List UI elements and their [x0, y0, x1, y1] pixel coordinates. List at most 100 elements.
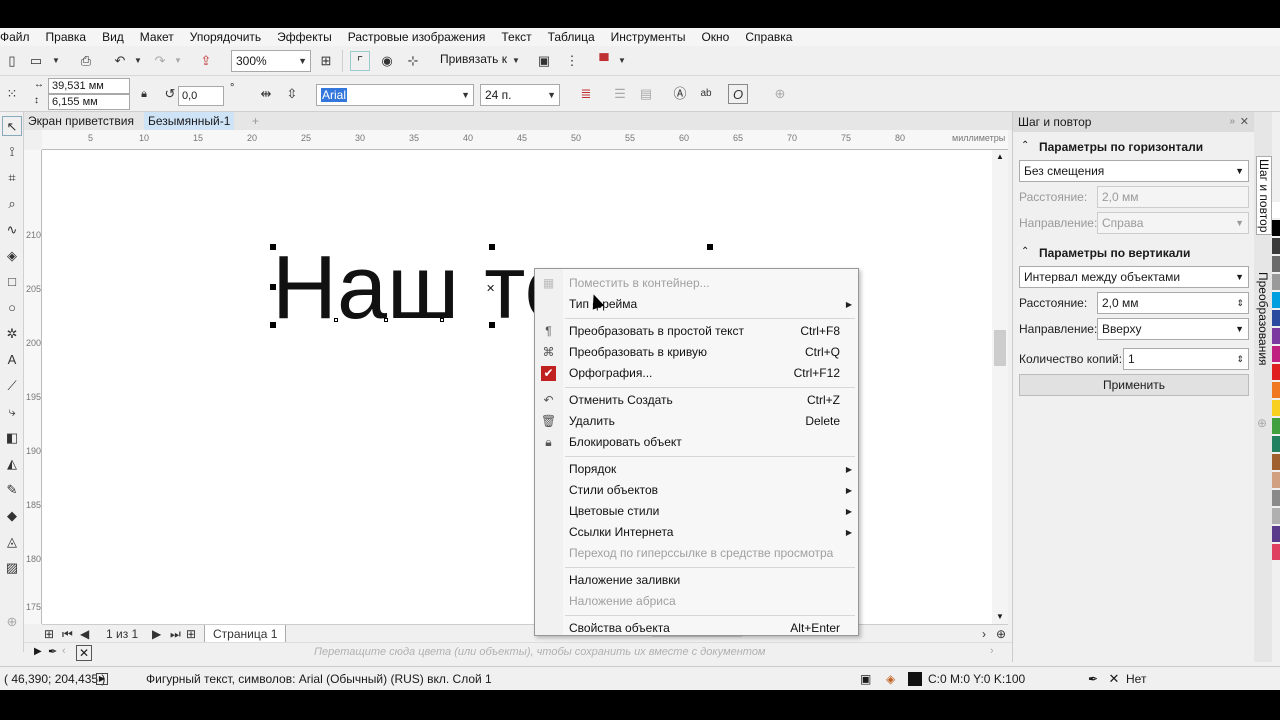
mirror-horizontal-icon[interactable]: ⇹ [256, 84, 276, 104]
fill-icon[interactable]: ◈ [886, 667, 895, 690]
color-swatch[interactable] [1272, 436, 1280, 452]
color-swatch[interactable] [1272, 508, 1280, 524]
last-page-icon[interactable]: ⏭ [170, 625, 181, 643]
snap-to-label[interactable]: Привязать к [440, 52, 507, 66]
palette-arrow-icon[interactable]: ▶ [34, 646, 42, 657]
color-swatch[interactable] [1272, 238, 1280, 254]
first-page-icon[interactable]: ⏮ [62, 625, 73, 643]
selection-handle[interactable] [270, 322, 276, 328]
menu-arrange[interactable]: Упорядочить [182, 28, 269, 46]
prev-page-icon[interactable]: ◀ [80, 625, 89, 643]
connector-tool-icon[interactable]: ⤷ [2, 402, 22, 422]
bold-icon[interactable]: ≣ [576, 84, 596, 104]
menu-help[interactable]: Справка [737, 28, 800, 46]
options-icon[interactable]: ▣ [534, 51, 554, 71]
selection-handle[interactable] [489, 244, 495, 250]
mirror-vertical-icon[interactable]: ⇳ [282, 84, 302, 104]
menu-edit[interactable]: Правка [38, 28, 95, 46]
v-distance-field[interactable]: 2,0 мм ⇕ [1097, 292, 1249, 314]
full-screen-icon[interactable]: ⊞ [316, 51, 336, 71]
play-icon[interactable]: ▶ [96, 673, 108, 685]
context-menu-item[interactable]: ↶ Отменить Создать Ctrl+Z [535, 390, 858, 411]
zoom-corner-icon[interactable]: ⊕ [996, 625, 1006, 643]
menu-text[interactable]: Текст [493, 28, 539, 46]
scroll-up-icon[interactable]: ▲ [996, 152, 1004, 161]
context-menu-item[interactable]: ¶ Преобразовать в простой текст Ctrl+F8 [535, 321, 858, 342]
char-node[interactable] [384, 318, 388, 322]
close-icon[interactable]: ✕ [1240, 112, 1249, 132]
launch-icon[interactable]: ▀ [594, 51, 614, 71]
color-swatch[interactable] [1272, 274, 1280, 290]
scroll-down-icon[interactable]: ▼ [996, 612, 1004, 621]
tab-welcome[interactable]: Экран приветствия [24, 112, 138, 130]
new-document-icon[interactable]: ▯ [2, 51, 22, 71]
menu-layout[interactable]: Макет [132, 28, 182, 46]
parallel-dimension-icon[interactable]: ⟋ [2, 376, 22, 396]
angle-field[interactable]: 0,0 [178, 86, 224, 106]
tab-untitled[interactable]: Безымянный-1 [144, 112, 235, 130]
crop-tool-icon[interactable]: ⌗ [2, 168, 22, 188]
spin-icon[interactable]: ⇕ [1236, 293, 1244, 313]
mesh-fill-icon[interactable]: ▨ [2, 558, 22, 578]
context-menu-item[interactable]: Ссылки Интернета ▶ [535, 522, 858, 543]
pick-tool-icon[interactable]: ↖ [2, 116, 22, 136]
menu-window[interactable]: Окно [693, 28, 737, 46]
h-direction-select[interactable]: Справа ▼ [1097, 212, 1249, 234]
context-menu-item[interactable]: Тип фрейма ▶ [535, 294, 858, 315]
selection-handle[interactable] [707, 244, 713, 250]
color-swatch[interactable] [1272, 526, 1280, 542]
interactive-fill-icon[interactable]: ◆ [2, 506, 22, 526]
color-swatch[interactable] [1272, 328, 1280, 344]
open-dropdown-icon[interactable]: ▼ [46, 51, 66, 71]
eyedropper-icon[interactable]: ✒ [48, 645, 57, 658]
show-grid-icon[interactable]: ◉ [377, 51, 397, 71]
object-origin-icon[interactable]: ⁙ [2, 84, 22, 104]
selection-handle[interactable] [270, 284, 276, 290]
zoom-combo[interactable]: 300% ▼ [231, 50, 311, 72]
next-page-icon[interactable]: ▶ [152, 625, 161, 643]
page-tab[interactable]: Страница 1 [204, 625, 287, 643]
color-swatch[interactable] [1272, 454, 1280, 470]
polygon-tool-icon[interactable]: ✲ [2, 324, 22, 344]
context-menu-item[interactable]: ✔ Орфография... Ctrl+F12 [535, 363, 858, 384]
smart-fill-tool-icon[interactable]: ◬ [2, 532, 22, 552]
launch-dropdown-icon[interactable]: ▼ [612, 51, 632, 71]
blend-tool-icon[interactable]: ◧ [2, 428, 22, 448]
outline-pen-icon[interactable]: ✒ [1088, 667, 1098, 690]
redo-icon[interactable]: ↷ [150, 51, 170, 71]
context-menu-item[interactable]: Цветовые стили ▶ [535, 501, 858, 522]
horizontal-mode-select[interactable]: Без смещения ▼ [1019, 160, 1249, 182]
drop-cap-icon[interactable]: ▤ [636, 84, 656, 104]
no-color-swatch[interactable]: ✕ [76, 645, 92, 661]
scroll-thumb[interactable] [994, 330, 1006, 366]
freehand-tool-icon[interactable]: ∿ [2, 220, 22, 240]
guidelines-icon[interactable]: ⊹ [403, 51, 423, 71]
vertical-scrollbar[interactable]: ▲ ▼ [992, 150, 1008, 624]
copies-field[interactable]: 1 ⇕ [1123, 348, 1249, 370]
print-icon[interactable]: ⎙ [76, 51, 96, 71]
add-tool-icon[interactable]: ⊕ [2, 612, 22, 632]
color-swatch[interactable] [1272, 382, 1280, 398]
menu-tools[interactable]: Инструменты [603, 28, 694, 46]
shape-tool-icon[interactable]: ⟟ [2, 142, 22, 162]
width-field[interactable]: 39,531 мм [48, 78, 130, 94]
lock-ratio-icon[interactable]: 🔒︎ [134, 84, 154, 104]
vertical-mode-select[interactable]: Интервал между объектами ▼ [1019, 266, 1249, 288]
chevron-up-icon[interactable]: ⌃ [1021, 140, 1029, 151]
export-icon[interactable]: ⇪ [196, 51, 216, 71]
font-size-list[interactable]: 24 п. ▼ [480, 84, 560, 106]
context-menu-item[interactable]: Порядок ▶ [535, 459, 858, 480]
rulers-icon[interactable]: ⌜ [350, 51, 370, 71]
color-swatch[interactable] [1272, 472, 1280, 488]
color-swatch[interactable] [1272, 220, 1280, 236]
color-swatch[interactable] [1272, 310, 1280, 326]
menu-bitmaps[interactable]: Растровые изображения [340, 28, 494, 46]
undo-dropdown-icon[interactable]: ▼ [128, 51, 148, 71]
ellipse-tool-icon[interactable]: ○ [2, 298, 22, 318]
apply-button[interactable]: Применить [1019, 374, 1249, 396]
menu-table[interactable]: Таблица [540, 28, 603, 46]
new-tab-icon[interactable]: + [248, 112, 263, 130]
rotate-icon[interactable]: ↺ [160, 84, 180, 104]
context-menu-item[interactable]: Свойства объекта Alt+Enter [535, 618, 858, 639]
add-icon[interactable]: ⊕ [770, 84, 790, 104]
